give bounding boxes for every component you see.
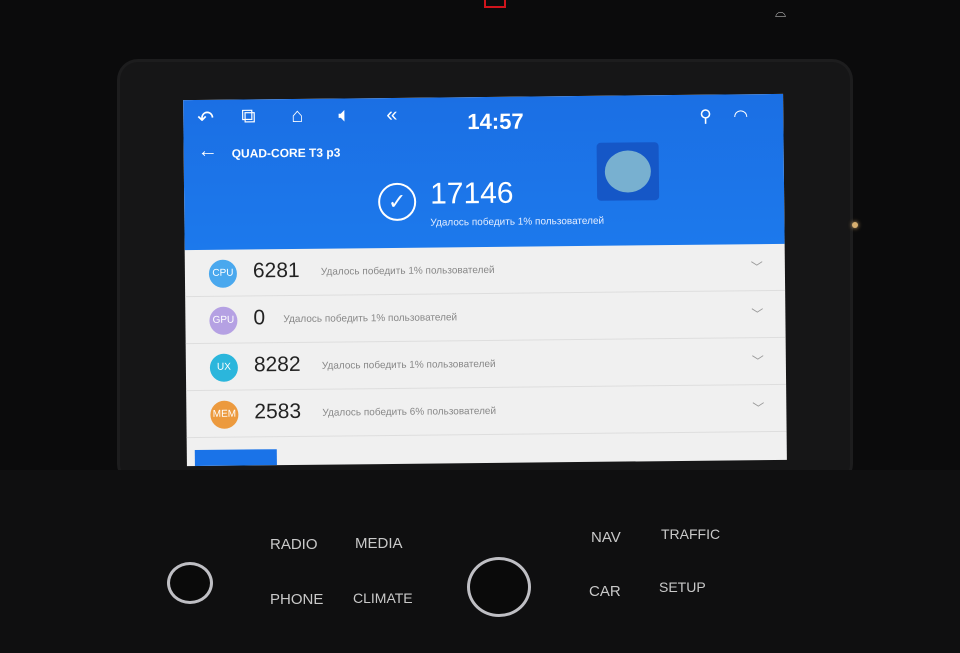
rear-wiper-icon[interactable]: ⌓ [775, 4, 786, 21]
volume-icon[interactable]: 🔈︎ [338, 104, 350, 127]
wifi-icon: ◠ [733, 106, 749, 126]
score-value: 2583 [254, 399, 302, 424]
chevron-down-icon[interactable]: ﹀ [751, 258, 763, 275]
score-value: 6281 [252, 258, 300, 283]
score-header: ↶ ⧉ ⌂ 🔈︎ « 14:57 ⚲ ◠ ← QUAD-CORE T3 p3 ✓… [183, 93, 785, 251]
hazard-icon[interactable] [484, 0, 506, 8]
radio-button[interactable]: RADIO [270, 536, 318, 553]
avatar [596, 142, 660, 201]
score-row-gpu[interactable]: GPU 0 Удалось победить 1% пользователей … [185, 290, 786, 345]
gpu-badge: GPU [209, 306, 238, 335]
location-icon: ⚲ [699, 106, 712, 126]
device-title: QUAD-CORE T3 p3 [231, 145, 341, 161]
ux-badge: UX [209, 353, 239, 382]
head-unit-screen: ↶ ⧉ ⌂ 🔈︎ « 14:57 ⚲ ◠ ← QUAD-CORE T3 p3 ✓… [183, 93, 787, 467]
mem-badge: MEM [210, 400, 239, 429]
car-button[interactable]: CAR [589, 583, 621, 600]
recent-apps-icon[interactable]: ⧉ [241, 105, 256, 128]
back-arrow-icon[interactable]: ↶ [197, 106, 214, 131]
back-button[interactable]: ← [198, 140, 218, 163]
rewind-icon[interactable]: « [386, 104, 397, 127]
setup-button[interactable]: SETUP [659, 579, 706, 595]
total-score: 17146 [429, 176, 514, 211]
score-value: 8282 [253, 352, 301, 377]
chevron-down-icon[interactable]: ﹀ [752, 352, 764, 369]
tune-knob[interactable] [467, 557, 531, 617]
indicator-led [852, 222, 858, 228]
chevron-down-icon[interactable]: ﹀ [752, 399, 764, 416]
score-row-cpu[interactable]: CPU 6281 Удалось победить 1% пользовател… [184, 243, 786, 298]
phone-button[interactable]: PHONE [270, 591, 323, 608]
check-circle-icon: ✓ [377, 182, 417, 222]
score-description: Удалось победить 1% пользователей [321, 358, 496, 372]
score-value: 0 [253, 306, 266, 330]
home-icon[interactable]: ⌂ [291, 105, 303, 128]
cpu-badge: CPU [208, 259, 238, 288]
chevron-down-icon[interactable]: ﹀ [751, 305, 763, 322]
score-description: Удалось победить 6% пользователей [322, 405, 497, 419]
score-row-mem[interactable]: MEM 2583 Удалось победить 6% пользовател… [186, 384, 787, 439]
clock: 14:57 [467, 108, 524, 135]
volume-knob[interactable] [167, 562, 213, 604]
bottom-tab-indicator[interactable] [194, 449, 277, 467]
climate-button[interactable]: CLIMATE [353, 590, 413, 606]
score-row-ux[interactable]: UX 8282 Удалось победить 1% пользователе… [185, 337, 787, 392]
score-description: Удалось победить 1% пользователей [283, 312, 458, 326]
nav-button[interactable]: NAV [591, 529, 621, 546]
media-button[interactable]: MEDIA [355, 535, 403, 552]
total-subtitle: Удалось победить 1% пользователей [430, 215, 605, 229]
score-description: Удалось победить 1% пользователей [320, 264, 495, 278]
traffic-button[interactable]: TRAFFIC [661, 526, 720, 542]
